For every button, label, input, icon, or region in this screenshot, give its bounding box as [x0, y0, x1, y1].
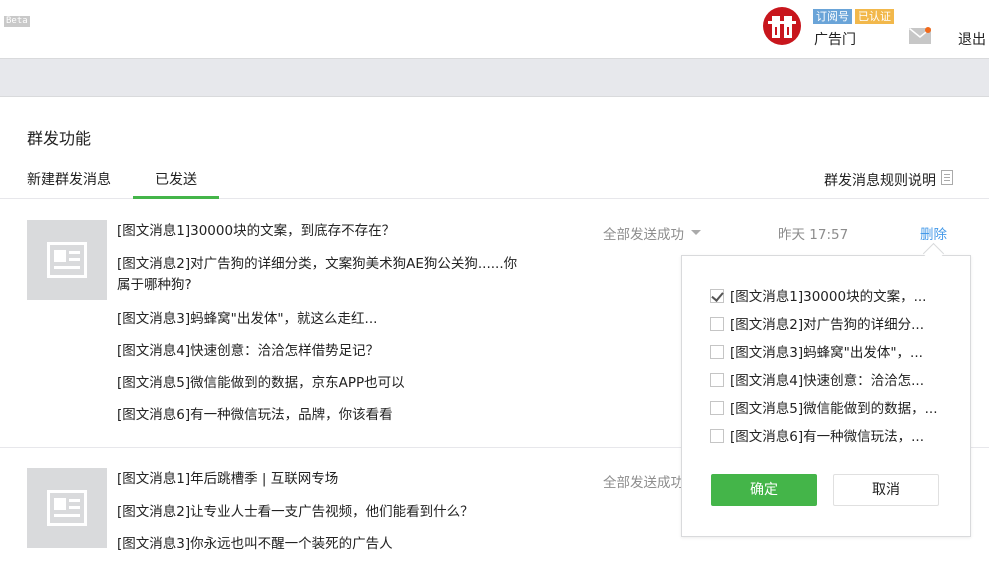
list-item[interactable]: [图文消息2]对广告狗的详细分类，文案狗美术狗AE狗公关狗......你 — [117, 254, 517, 275]
list-item[interactable]: [图文消息3]蚂蜂窝"出发体"，就这么走红... — [117, 309, 377, 330]
rules-link[interactable]: 群发消息规则说明 — [824, 170, 936, 190]
list-item[interactable]: [图文消息3]你永远也叫不醒一个装死的广告人 — [117, 534, 393, 555]
beta-badge: Beta — [4, 16, 30, 27]
active-tab-indicator — [133, 196, 219, 199]
option-label[interactable]: [图文消息2]对广告狗的详细分... — [730, 316, 924, 334]
subscription-tag: 订阅号 — [813, 9, 852, 24]
cancel-button[interactable]: 取消 — [833, 474, 939, 506]
account-logo-icon — [768, 16, 796, 38]
checkbox[interactable] — [710, 317, 724, 331]
send-status[interactable]: 全部发送成功 — [603, 223, 684, 243]
option-label[interactable]: [图文消息5]微信能做到的数据，... — [730, 400, 938, 418]
checkbox[interactable] — [710, 289, 724, 303]
tab-sent[interactable]: 已发送 — [155, 169, 197, 189]
account-avatar[interactable] — [763, 7, 801, 45]
list-item[interactable]: 属于哪种狗? — [117, 275, 192, 296]
list-item[interactable]: [图文消息2]让专业人士看一支广告视频，他们能看到什么？ — [117, 502, 474, 523]
send-time: 昨天 17:57 — [778, 227, 849, 243]
list-item[interactable]: [图文消息4]快速创意：洽洽怎样借势足记？ — [117, 341, 379, 362]
verified-tag: 已认证 — [855, 9, 894, 24]
document-icon[interactable] — [941, 170, 953, 185]
account-name[interactable]: 广告门 — [814, 29, 856, 49]
option-label[interactable]: [图文消息4]快速创意：洽洽怎... — [730, 372, 924, 390]
checkbox[interactable] — [710, 401, 724, 415]
page-title: 群发功能 — [27, 129, 92, 148]
chevron-down-icon[interactable] — [691, 230, 701, 235]
top-band — [0, 58, 989, 97]
list-item[interactable]: [图文消息1]30000块的文案，到底存不存在？ — [117, 221, 395, 242]
logout-link[interactable]: 退出 — [958, 29, 986, 49]
option-label[interactable]: [图文消息6]有一种微信玩法，... — [730, 428, 924, 446]
confirm-button[interactable]: 确定 — [711, 474, 817, 506]
article-placeholder-icon — [47, 490, 87, 526]
checkbox[interactable] — [710, 373, 724, 387]
message-thumbnail — [27, 468, 107, 548]
checkmark-icon — [711, 289, 724, 302]
checkbox[interactable] — [710, 345, 724, 359]
list-item[interactable]: [图文消息5]微信能做到的数据，京东APP也可以 — [117, 373, 405, 394]
notification-dot — [925, 27, 931, 33]
article-placeholder-icon — [47, 242, 87, 278]
tab-new-broadcast[interactable]: 新建群发消息 — [27, 169, 111, 189]
option-label[interactable]: [图文消息1]30000块的文案，... — [730, 288, 926, 306]
delete-button[interactable]: 删除 — [920, 223, 947, 243]
message-thumbnail — [27, 220, 107, 300]
list-item[interactable]: [图文消息1]年后跳槽季 | 互联网专场 — [117, 469, 338, 490]
list-item[interactable]: [图文消息6]有一种微信玩法，品牌，你该看看 — [117, 405, 393, 426]
send-status[interactable]: 全部发送成功 — [603, 471, 684, 491]
option-label[interactable]: [图文消息3]蚂蜂窝"出发体"，... — [730, 344, 923, 362]
checkbox[interactable] — [710, 429, 724, 443]
